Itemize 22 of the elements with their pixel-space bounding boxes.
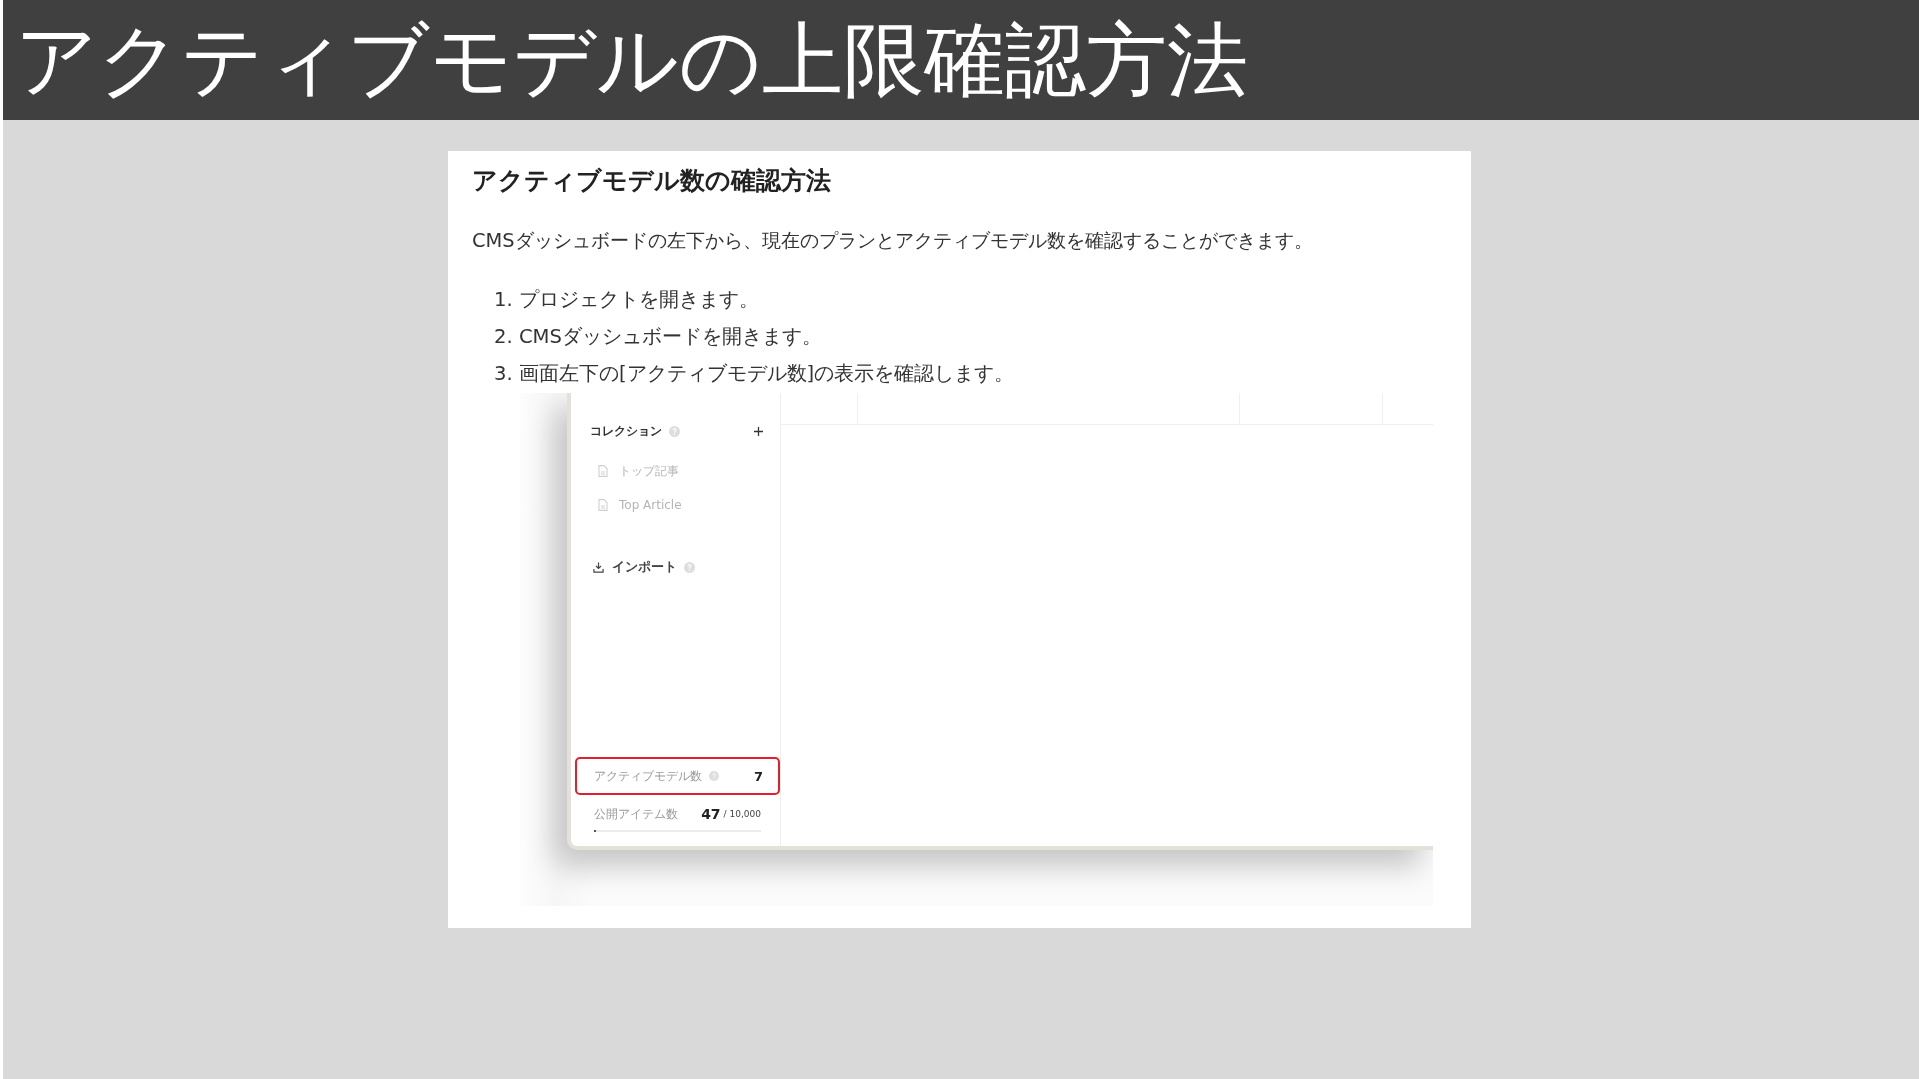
section-label: コレクション	[590, 422, 662, 440]
step-text: 2. CMSダッシュボードを開きます。	[494, 324, 823, 350]
help-icon[interactable]	[684, 561, 695, 573]
help-icon[interactable]	[709, 771, 719, 781]
import-link[interactable]: インポート	[593, 558, 677, 576]
step-text: 3. 画面左下の[アクティブモデル数]の表示を確認します。	[494, 361, 1016, 387]
stat-value: 47	[701, 806, 721, 822]
help-icon[interactable]	[669, 425, 680, 437]
collection-item[interactable]: トップ記事	[571, 454, 780, 488]
stat-limit: / 10,000	[723, 809, 761, 819]
stat-value: 7	[753, 768, 763, 784]
document-icon	[598, 499, 608, 511]
stat-label: アクティブモデル数	[594, 768, 702, 784]
slide-title: アクティブモデルの上限確認方法	[15, 12, 1248, 109]
intro-text: CMSダッシュボードの左下から、現在のプランとアクティブモデル数を確認することができます。	[472, 228, 1314, 254]
plus-icon[interactable]	[754, 426, 763, 436]
step-text: 1. プロジェクトを開きます。	[494, 287, 760, 313]
download-icon	[593, 561, 604, 573]
collection-item[interactable]: Top Article	[571, 488, 780, 522]
section-heading: アクティブモデル数の確認方法	[472, 165, 832, 197]
document-icon	[598, 465, 608, 477]
stat-label: 公開アイテム数	[594, 806, 678, 822]
